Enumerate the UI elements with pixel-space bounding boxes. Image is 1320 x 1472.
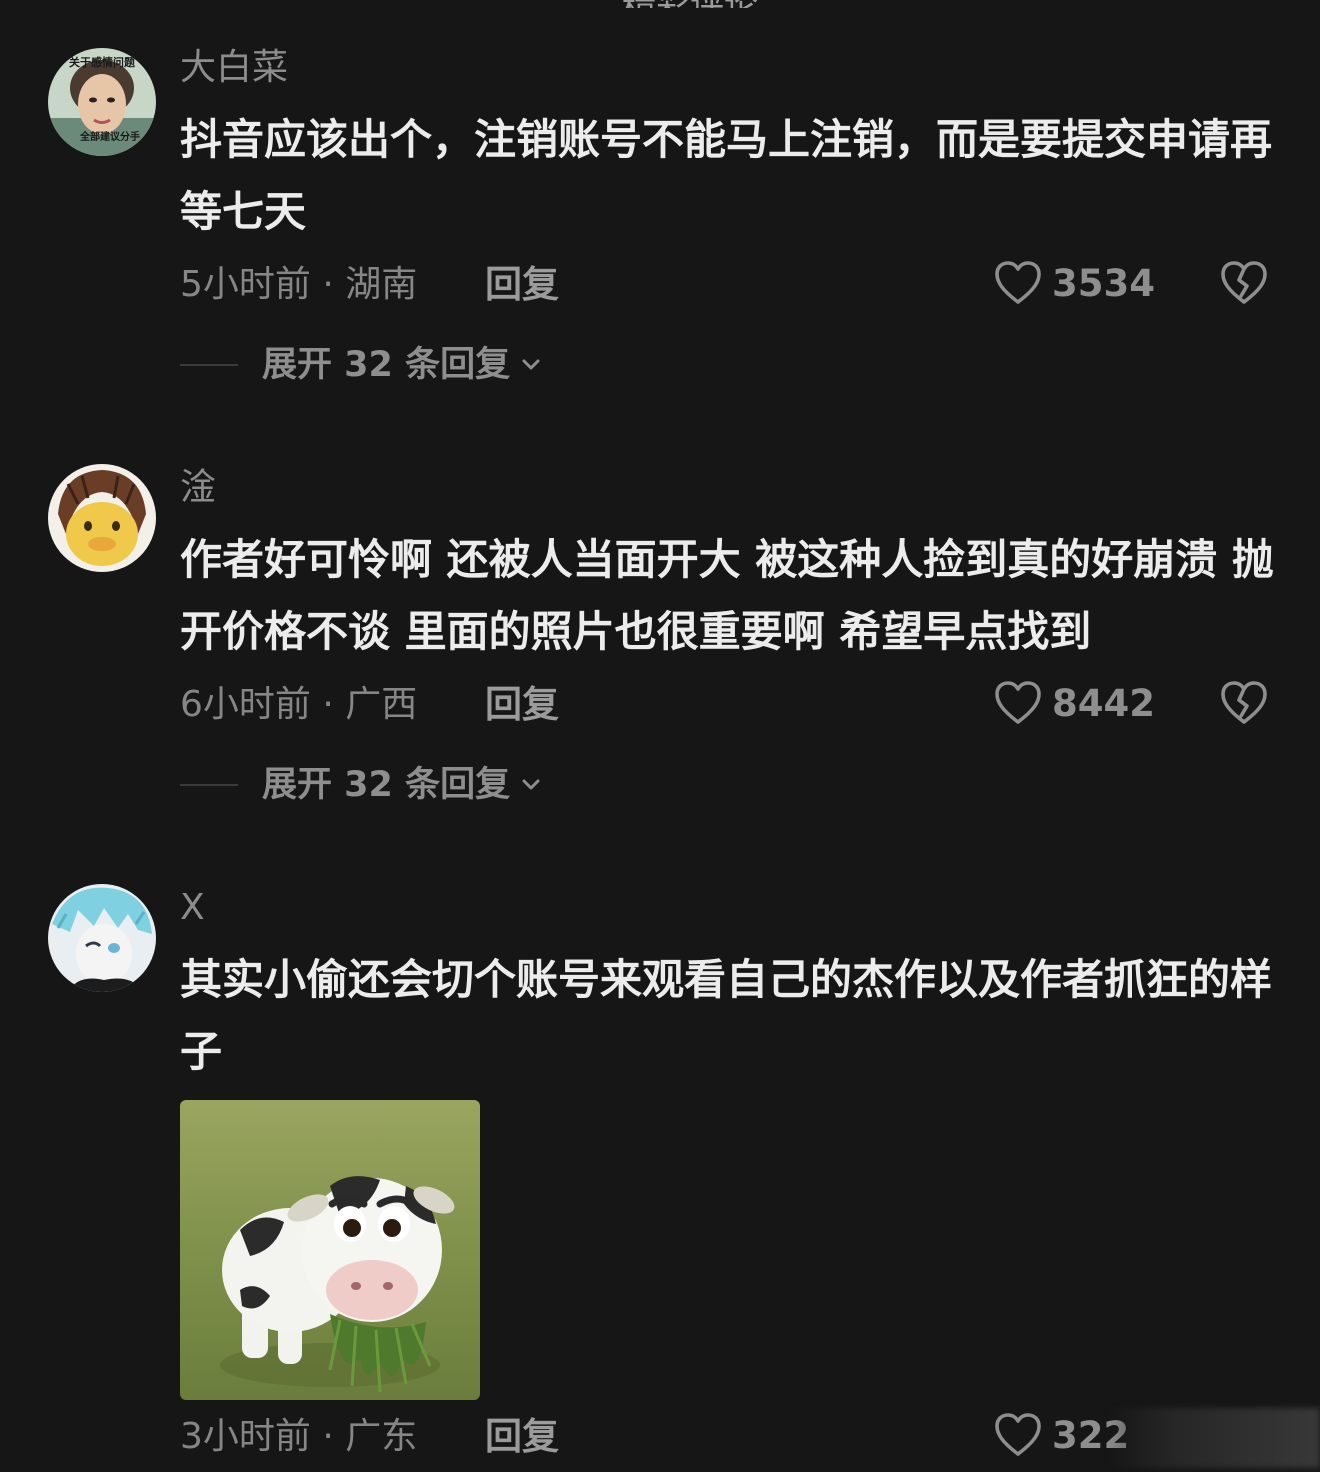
reply-button[interactable]: 回复 [485, 260, 559, 310]
expand-divider [180, 784, 238, 786]
heart-outline-icon [995, 1413, 1041, 1456]
cow-sticker-image[interactable] [180, 1100, 480, 1400]
heart-outline-icon [995, 261, 1041, 304]
username[interactable]: 淦 [180, 466, 216, 510]
username[interactable]: 大白菜 [180, 46, 288, 90]
like-count: 8442 [1052, 682, 1155, 725]
comment-meta: 6小时前 · 广西 [180, 680, 417, 730]
comment-time: 3小时前 [180, 1416, 311, 1457]
expand-replies-label: 展开 32 条回复 [262, 765, 511, 805]
avatar-anime-boy-image [48, 884, 156, 992]
avatar-caption-top: 关于感情问题 [69, 55, 136, 69]
cow-eating-grass-image [180, 1100, 480, 1400]
like-button[interactable]: 3534 [992, 258, 1155, 310]
section-header: 精彩评论 [560, 0, 820, 8]
like-count: 3534 [1052, 262, 1155, 305]
expand-replies-label: 展开 32 条回复 [262, 345, 511, 385]
expand-replies[interactable]: 展开 32 条回复 [180, 340, 544, 390]
meta-separator: · [310, 1416, 346, 1457]
chevron-down-icon [522, 779, 540, 790]
comment-text: 其实小偷还会切个账号来观看自己的杰作以及作者抓狂的样子 [180, 955, 1273, 1076]
comment-meta: 3小时前 · 广东 [180, 1412, 417, 1462]
comment-time: 6小时前 [180, 684, 311, 725]
blurred-watermark [1108, 1408, 1320, 1468]
comment-location: 湖南 [345, 264, 418, 305]
chevron-down-icon [522, 359, 540, 370]
meta-separator: · [310, 264, 346, 305]
username[interactable]: X [180, 886, 205, 930]
comment-time: 5小时前 [180, 264, 311, 305]
meta-separator: · [310, 684, 346, 725]
avatar[interactable] [48, 464, 156, 572]
avatar[interactable]: 关于感情问题 全部建议分手 [48, 48, 156, 156]
comment-text: 抖音应该出个，注销账号不能马上注销，而是要提交申请再等七天 [180, 115, 1273, 236]
reply-button[interactable]: 回复 [485, 1412, 559, 1462]
expand-divider [180, 364, 238, 366]
comment-meta: 5小时前 · 湖南 [180, 260, 417, 310]
reply-button[interactable]: 回复 [485, 680, 559, 730]
avatar[interactable] [48, 884, 156, 992]
like-button[interactable]: 8442 [992, 678, 1155, 730]
comment-location: 广西 [345, 684, 418, 725]
comment-text: 作者好可怜啊 还被人当面开大 被这种人捡到真的好崩溃 抛开价格不谈 里面的照片也… [180, 535, 1274, 656]
dislike-button[interactable] [1218, 258, 1270, 310]
broken-heart-icon [1221, 681, 1267, 724]
avatar-woman-image: 关于感情问题 全部建议分手 [48, 48, 156, 156]
avatar-duck-wig-image [48, 464, 156, 572]
broken-heart-icon [1221, 261, 1267, 304]
heart-outline-icon [995, 681, 1041, 724]
expand-replies[interactable]: 展开 32 条回复 [180, 760, 544, 810]
avatar-caption-bottom: 全部建议分手 [79, 130, 140, 143]
dislike-button[interactable] [1218, 678, 1270, 730]
comment-location: 广东 [345, 1416, 418, 1457]
